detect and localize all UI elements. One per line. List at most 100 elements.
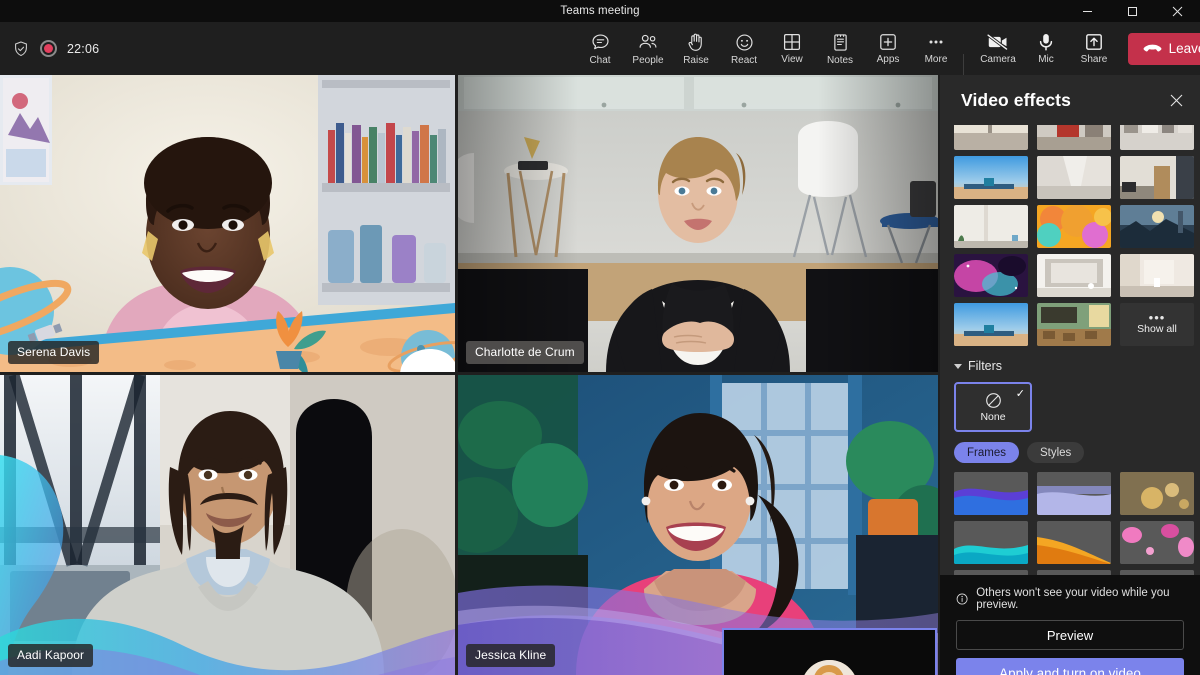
window-minimize-button[interactable] <box>1065 0 1110 22</box>
participant-video-charlotte <box>458 75 938 372</box>
background-thumb-sci-fi-landscape[interactable] <box>1120 205 1194 248</box>
frame-thumb-orange-ribbon[interactable] <box>1037 521 1111 564</box>
share-up-arrow-icon <box>1086 34 1102 50</box>
background-thumb-shelf-books-room[interactable] <box>1120 125 1194 150</box>
participant-tile-aadi-kapoor[interactable]: Aadi Kapoor <box>0 375 455 675</box>
background-thumbnail-grid: ••• Show all <box>954 125 1194 346</box>
toolbar-more-button[interactable]: More <box>912 25 960 73</box>
recording-dot-icon <box>40 40 57 57</box>
more-ellipsis-icon <box>929 40 943 44</box>
frame-thumb-cyan-dot-wave[interactable] <box>954 521 1028 564</box>
thumb-image <box>1120 156 1194 199</box>
panel-header: Video effects <box>940 75 1200 125</box>
thumb-image <box>1037 156 1111 199</box>
camera-toggle-button[interactable]: Camera <box>974 25 1022 73</box>
participant-tile-charlotte-de-crum[interactable]: Charlotte de Crum <box>458 75 938 372</box>
participant-video-serena <box>0 75 455 372</box>
toolbar-raise-label: Raise <box>683 54 709 66</box>
frame-thumb-blue-purple-wave[interactable] <box>954 472 1028 515</box>
toolbar-apps-label: Apps <box>876 54 900 65</box>
thumb-image <box>954 156 1028 199</box>
participant-name-chip: Serena Davis <box>8 341 100 364</box>
window-controls <box>1065 0 1200 22</box>
filter-tab-styles[interactable]: Styles <box>1026 442 1085 463</box>
thumb-image <box>1037 254 1111 297</box>
share-button[interactable]: Share <box>1070 25 1118 73</box>
thumb-image <box>1037 521 1111 564</box>
thumb-image <box>954 472 1028 515</box>
raise-hand-icon <box>688 33 702 51</box>
background-thumb-modern-living-room[interactable] <box>1120 156 1194 199</box>
meeting-status-group: 22:06 <box>8 22 99 75</box>
show-all-backgrounds-button[interactable]: ••• Show all <box>1120 303 1194 346</box>
toolbar-notes-button[interactable]: Notes <box>816 25 864 73</box>
background-thumb-blurred-window-room[interactable] <box>954 125 1028 150</box>
thumb-image <box>954 254 1028 297</box>
video-stage: Serena Davis Charlotte de Crum Aadi Kapo… <box>0 75 940 675</box>
preview-note-text: Others won't see your video while you pr… <box>976 587 1170 611</box>
frame-thumbnail-grid <box>954 472 1194 580</box>
apps-plus-icon <box>880 34 896 50</box>
background-thumb-beach-sunset-pier[interactable] <box>954 156 1028 199</box>
panel-close-button[interactable] <box>1162 86 1190 114</box>
background-thumb-beach-sunset-pier-2[interactable] <box>954 303 1028 346</box>
thumb-image <box>954 521 1028 564</box>
thumb-image <box>1120 205 1194 248</box>
background-thumb-office-lounge-red[interactable] <box>1037 125 1111 150</box>
background-thumb-white-gallery-box[interactable] <box>1037 254 1111 297</box>
frame-thumb-lavender-bands[interactable] <box>1037 472 1111 515</box>
filter-none-option[interactable]: ✓ None <box>954 382 1032 432</box>
thumb-image <box>1120 521 1194 564</box>
media-controls: Camera Mic Share Leav <box>974 22 1200 75</box>
preview-button[interactable]: Preview <box>956 620 1184 650</box>
mic-toggle-button[interactable]: Mic <box>1022 25 1070 73</box>
filter-tab-frames[interactable]: Frames <box>954 442 1019 463</box>
thumb-image <box>1120 472 1194 515</box>
window-close-button[interactable] <box>1155 0 1200 22</box>
toolbar-chat-label: Chat <box>589 54 611 66</box>
hangup-icon <box>1143 44 1162 52</box>
window-maximize-button[interactable] <box>1110 0 1155 22</box>
thumb-image <box>1120 254 1194 297</box>
camera-label: Camera <box>980 54 1016 65</box>
background-thumb-colorful-balloons[interactable] <box>1037 205 1111 248</box>
window-title: Teams meeting <box>560 5 640 17</box>
toolbar-react-button[interactable]: React <box>720 25 768 73</box>
thumb-image <box>1037 125 1111 150</box>
toolbar-apps-button[interactable]: Apps <box>864 25 912 73</box>
background-thumb-pink-galaxy-nebula[interactable] <box>954 254 1028 297</box>
mic-icon <box>1039 34 1053 51</box>
background-thumb-classroom-anime[interactable] <box>1037 303 1111 346</box>
mic-label: Mic <box>1038 54 1054 65</box>
apply-and-turn-on-video-button[interactable]: Apply and turn on video <box>956 658 1184 675</box>
background-thumb-plain-white-wall[interactable] <box>954 205 1028 248</box>
panel-scroll-area[interactable]: ••• Show all Filters ✓ None Frames Style <box>940 125 1200 580</box>
show-all-label: Show all <box>1137 323 1177 335</box>
self-view-pip[interactable] <box>722 628 937 675</box>
meeting-toolbar: 22:06 Chat People Raise React View Notes… <box>0 22 1200 84</box>
avatar-photo <box>801 659 858 675</box>
chat-icon <box>591 33 609 49</box>
participant-tile-serena-davis[interactable]: Serena Davis <box>0 75 455 372</box>
notes-icon <box>833 33 847 51</box>
background-thumb-bright-studio-room[interactable] <box>1120 254 1194 297</box>
people-icon <box>639 34 657 48</box>
background-thumb-white-minimal-hall[interactable] <box>1037 156 1111 199</box>
filter-none-label: None <box>980 410 1006 423</box>
close-icon <box>1170 94 1182 106</box>
frame-thumb-pink-petals[interactable] <box>1120 521 1194 564</box>
share-label: Share <box>1080 54 1108 65</box>
thumb-image <box>1037 303 1111 346</box>
filters-section-header[interactable]: Filters <box>954 359 1194 373</box>
toolbar-people-button[interactable]: People <box>624 25 672 73</box>
self-avatar <box>801 659 858 675</box>
leave-meeting-button[interactable]: Leave <box>1128 32 1200 65</box>
frame-thumb-golden-bokeh[interactable] <box>1120 472 1194 515</box>
panel-footer: Others won't see your video while you pr… <box>940 575 1200 675</box>
thumb-image <box>1120 125 1194 150</box>
no-filter-icon <box>985 392 1001 408</box>
toolbar-view-button[interactable]: View <box>768 25 816 73</box>
toolbar-view-label: View <box>781 54 803 65</box>
toolbar-raise-hand-button[interactable]: Raise <box>672 25 720 73</box>
toolbar-chat-button[interactable]: Chat <box>576 25 624 73</box>
